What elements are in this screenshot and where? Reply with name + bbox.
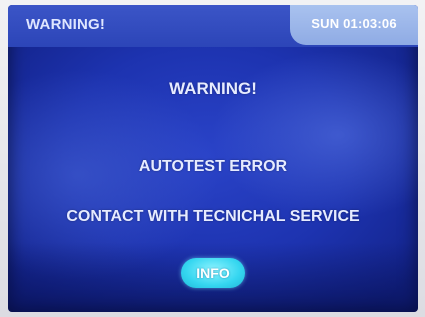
device-bezel: WARNING! SUN 01:03:06 WARNING! AUTOTEST … xyxy=(0,0,425,317)
clock-text: SUN 01:03:06 xyxy=(311,16,397,31)
clock-badge: SUN 01:03:06 xyxy=(290,5,418,45)
display-screen: WARNING! SUN 01:03:06 WARNING! AUTOTEST … xyxy=(8,5,418,312)
service-message: CONTACT WITH TECNICHAL SERVICE xyxy=(66,208,360,225)
header-bar: WARNING! SUN 01:03:06 xyxy=(8,5,418,47)
header-title: WARNING! xyxy=(26,16,106,33)
warning-heading: WARNING! xyxy=(169,79,257,98)
info-button[interactable]: INFO xyxy=(181,258,245,288)
error-message: AUTOTEST ERROR xyxy=(138,158,288,175)
